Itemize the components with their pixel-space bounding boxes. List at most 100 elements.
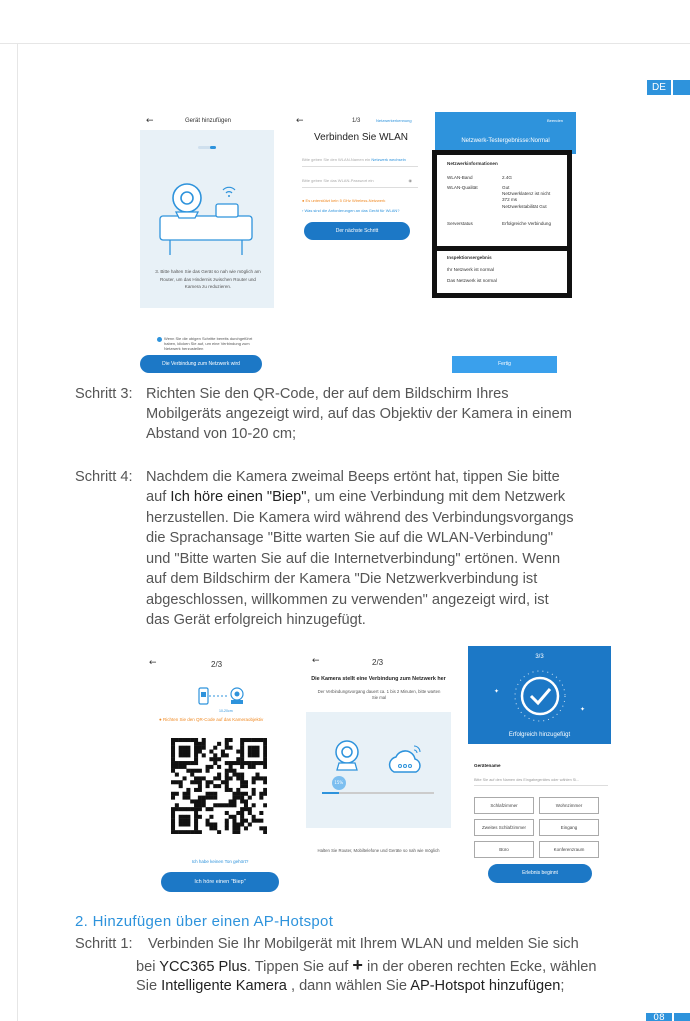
device-name-input[interactable]: Bitte Sie auf den Namen des Eingabegerät… [474,778,608,786]
qr-module [197,795,202,800]
room-option[interactable]: Wohnzimmer [539,797,599,814]
distance-label: 10-20cm [219,709,233,713]
qr-module [209,757,214,762]
room-option[interactable]: Zweites Schlafzimmer [474,819,534,836]
start-experience-button[interactable]: Erlebnis beginnt [488,864,592,883]
back-arrow-icon[interactable]: ← [296,116,304,126]
qr-module [213,803,218,808]
step4-line: das Gerät erfolgreich hinzugefügt. [146,612,366,628]
step-indicator: 1/3 [352,118,361,124]
qr-module [171,830,176,834]
step4-line: und "Bitte warten Sie auf die Internetve… [146,551,561,567]
qr-module [213,757,218,762]
switch-network-link[interactable]: Netzwerk wechseln [371,157,405,162]
network-detect-link[interactable]: Netzwerkerkennung [376,118,412,123]
step1-text: . Tippen Sie auf [246,959,353,975]
qr-module [171,741,176,746]
qr-module [240,814,245,819]
step1-text: bei [136,959,160,975]
qr-module [232,814,237,819]
info-row-key: WLAN-Qualität [447,185,478,190]
page-number: 08 [646,1013,672,1021]
no-sound-link[interactable]: Ich habe keinen Ton gehört? [145,859,295,865]
qr-module [197,814,202,819]
room-option[interactable]: Büro [474,841,534,858]
qr-module [171,780,176,785]
qr-module [243,803,248,808]
qr-module [174,761,179,766]
qr-module [240,741,245,746]
checkbox-label: Wenn Sie die obigen Schritte bereits dur… [164,336,253,352]
qr-module [190,830,195,834]
step1-text: in der oberen rechten Ecke, wählen [362,959,597,975]
qr-module [205,764,210,769]
qr-module [213,826,218,831]
room-option[interactable]: Schlafzimmer [474,797,534,814]
room-option[interactable]: Konferenzraum [539,841,599,858]
qr-module [259,738,264,743]
qr-module [255,753,260,758]
manual-page: DE ← Gerät hinzufügen 3. Bitte halten Si… [0,0,690,1021]
result-line: Das Netzwerk ist normal [447,278,497,283]
next-step-button[interactable]: Der nächste Schritt [304,222,410,240]
back-arrow-icon[interactable]: ← [146,116,154,126]
qr-module [247,795,252,800]
qr-module [194,807,199,812]
step1-line: Sie Intelligente Kamera , dann wählen Si… [136,976,564,997]
qr-module [251,780,256,785]
qr-module [232,768,237,773]
step4-text: , um eine Verbindung mit dem Netzwerk [306,489,566,505]
qr-module [186,768,191,773]
qr-module [178,818,183,823]
qr-module [243,799,248,804]
camera-cloud-illustration [335,740,421,773]
exit-link[interactable]: Beenden [547,118,563,123]
info-title: Netzwerkinformationen [447,161,498,166]
done-button[interactable]: Fertig [452,356,557,373]
eye-icon[interactable]: ◉ [409,178,413,183]
qr-module [171,818,176,823]
checkbox-icon[interactable] [157,337,162,342]
qr-module [205,818,210,823]
step3-line: Richten Sie den QR-Code, der auf dem Bil… [146,386,509,402]
qr-module [224,741,229,746]
qr-module [263,757,267,762]
ssid-input[interactable]: Bitte geben Sie den WLAN-Namen ein Netzw… [302,157,418,167]
qr-module [228,814,233,819]
qr-module [240,791,245,796]
sparkle-icon: ✦ [580,706,586,713]
connecting-title: Die Kamera stellt eine Verbindung zum Ne… [311,676,446,682]
qr-instruction-text: Richten Sie den QR-Code auf das Kameraob… [162,717,264,722]
requirements-link[interactable]: › Was sind die Anforderungen an das Gerä… [302,208,399,213]
qr-module [240,822,245,827]
qr-module [232,826,237,831]
qr-module [251,803,256,808]
qr-module [171,795,176,800]
connect-network-button[interactable]: Die Verbindung zum Netzwerk wird [140,355,262,373]
qr-module [251,787,256,792]
qr-module [197,768,202,773]
qr-module [251,738,256,743]
qr-module [178,749,183,754]
qr-module [171,791,176,796]
qr-module [171,745,176,750]
qr-module [224,772,229,777]
screen-success: 3/3 ✦ ✦ Erfolgreich hinzugefügt Gerätena… [468,646,611,886]
qr-module [255,772,260,777]
qr-module [194,745,199,750]
qr-module [213,791,218,796]
qr-module [243,807,248,812]
qr-module [243,826,248,831]
qr-module [205,784,210,789]
back-arrow-icon[interactable]: ← [149,658,157,668]
back-arrow-icon[interactable]: ← [312,656,320,666]
qr-module [209,749,214,754]
qr-module [232,761,237,766]
qr-module [186,818,191,823]
margin-rule [17,43,18,1021]
room-option[interactable]: Eingang [539,819,599,836]
password-input[interactable]: Bitte geben Sie das WLAN-Passwort ein ◉ [302,178,418,188]
qr-module [186,822,191,827]
heard-beep-button[interactable]: Ich höre einen "Biep" [161,872,279,892]
qr-module [255,761,260,766]
